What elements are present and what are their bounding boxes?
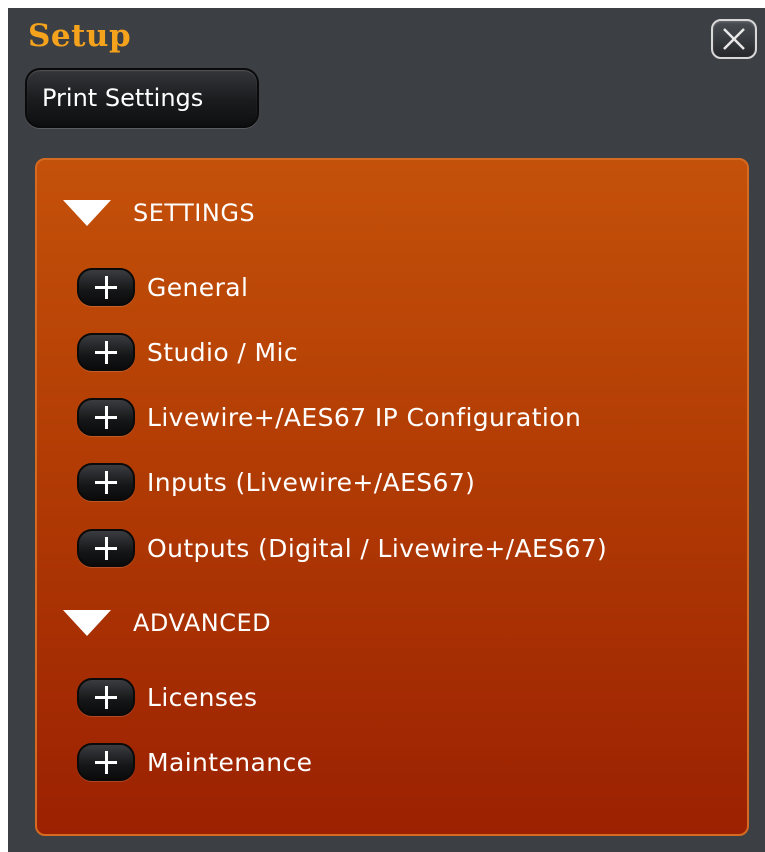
plus-icon[interactable] <box>77 333 135 371</box>
menu-item-label: Livewire+/AES67 IP Configuration <box>147 402 582 432</box>
menu-item-general[interactable]: General <box>77 265 248 309</box>
menu-item-ip-configuration[interactable]: Livewire+/AES67 IP Configuration <box>77 395 581 439</box>
plus-icon[interactable] <box>77 268 135 306</box>
settings-panel: SETTINGS General Studio / Mic Livewire+/… <box>35 158 749 836</box>
triangle-down-icon <box>63 200 111 226</box>
menu-item-label: Outputs (Digital / Livewire+/AES67) <box>147 533 608 563</box>
plus-icon[interactable] <box>77 529 135 567</box>
menu-item-outputs[interactable]: Outputs (Digital / Livewire+/AES67) <box>77 526 607 570</box>
plus-icon[interactable] <box>77 398 135 436</box>
menu-item-label: Maintenance <box>147 747 313 777</box>
print-settings-button[interactable]: Print Settings <box>25 68 259 128</box>
close-button[interactable] <box>711 19 757 59</box>
section-header-advanced[interactable]: ADVANCED <box>63 603 271 643</box>
menu-item-studio-mic[interactable]: Studio / Mic <box>77 330 298 374</box>
section-header-settings[interactable]: SETTINGS <box>63 193 255 233</box>
menu-item-maintenance[interactable]: Maintenance <box>77 740 312 784</box>
triangle-down-icon <box>63 610 111 636</box>
plus-icon[interactable] <box>77 463 135 501</box>
menu-item-licenses[interactable]: Licenses <box>77 675 257 719</box>
section-label-advanced: ADVANCED <box>133 609 272 637</box>
plus-icon[interactable] <box>77 743 135 781</box>
plus-icon[interactable] <box>77 678 135 716</box>
menu-item-label: Studio / Mic <box>147 337 299 367</box>
menu-item-label: General <box>147 272 249 302</box>
setup-window: Setup Print Settings SETTINGS General St… <box>8 8 765 852</box>
close-x-icon <box>723 28 745 50</box>
window-title: Setup <box>28 18 132 54</box>
menu-item-label: Inputs (Livewire+/AES67) <box>147 467 476 497</box>
section-label-settings: SETTINGS <box>133 199 256 227</box>
menu-item-inputs[interactable]: Inputs (Livewire+/AES67) <box>77 460 475 504</box>
menu-item-label: Licenses <box>147 682 258 712</box>
